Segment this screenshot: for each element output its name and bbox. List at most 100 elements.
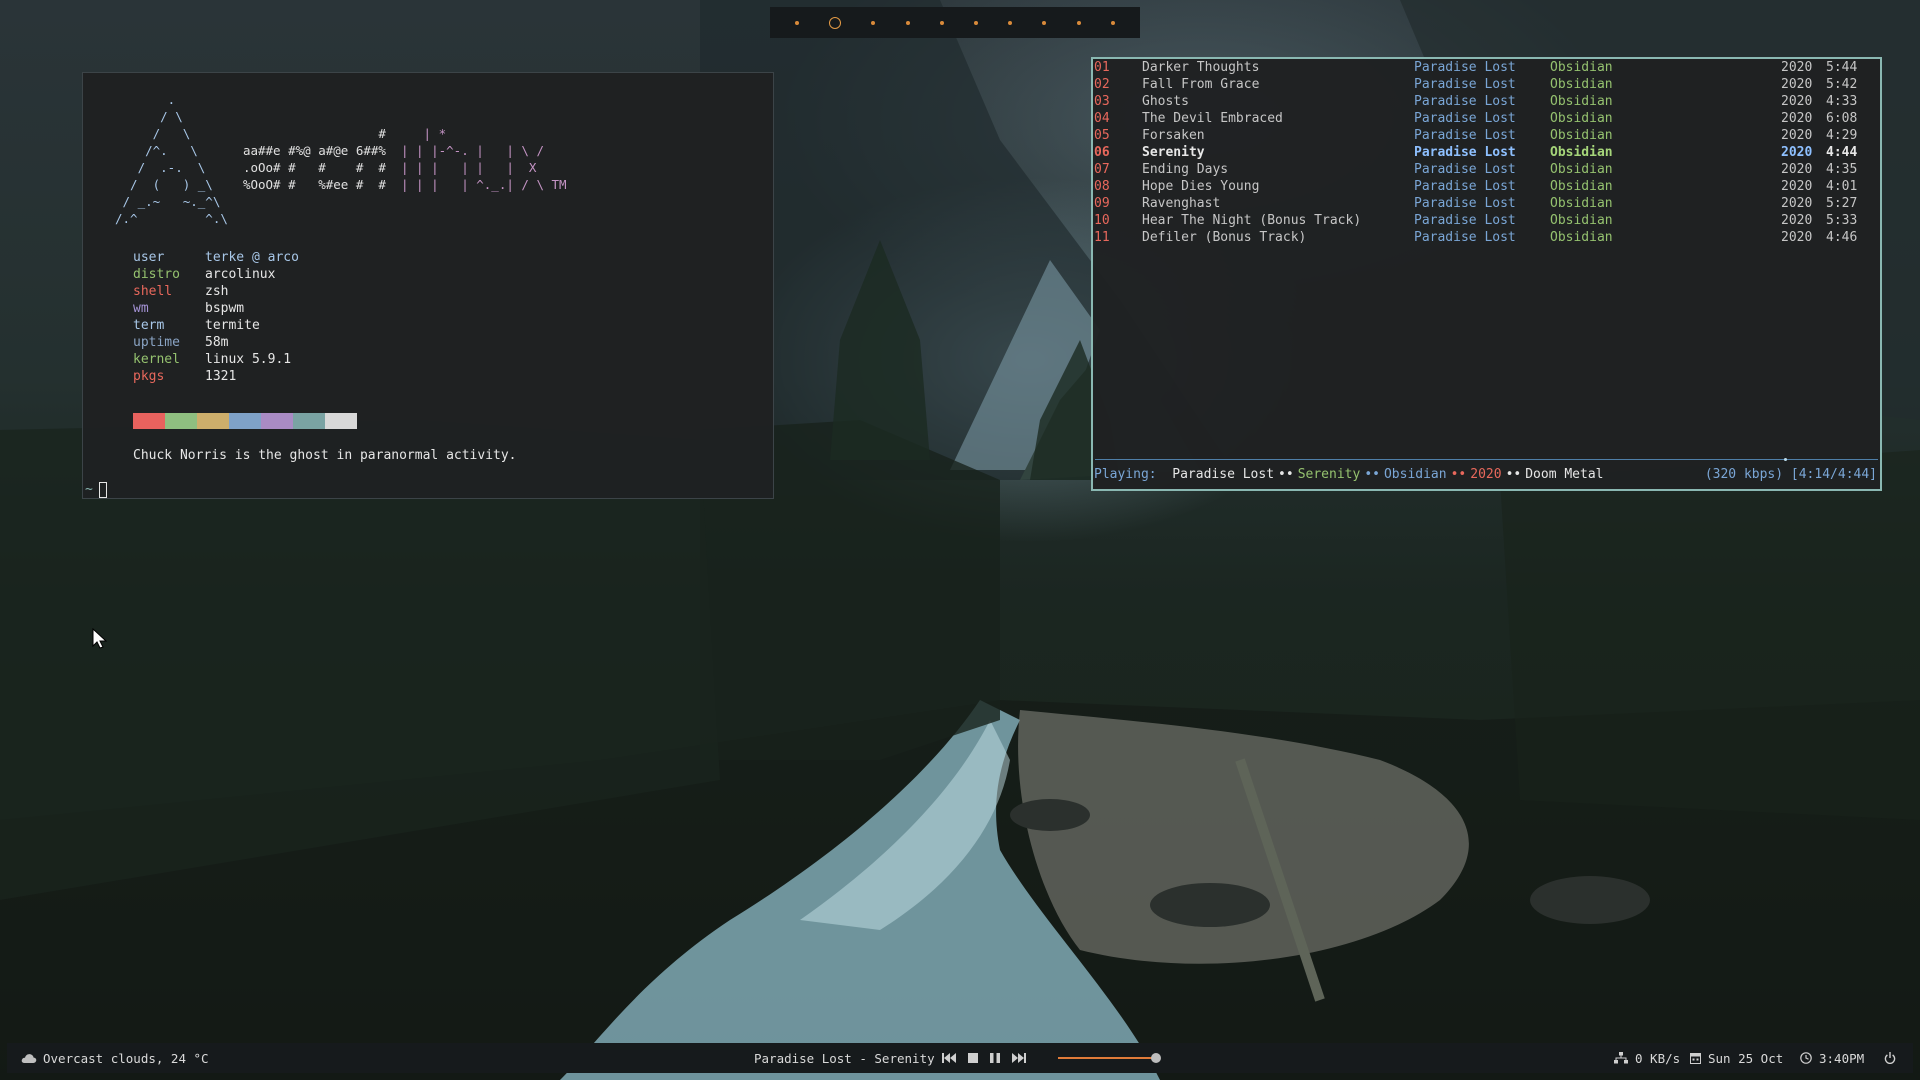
playing-label: Playing: <box>1094 467 1157 482</box>
progress-knob[interactable] <box>1784 458 1788 461</box>
track-year: 2020 <box>1781 94 1813 109</box>
status-separator: •• <box>1278 467 1294 482</box>
info-key: pkgs <box>133 369 165 384</box>
color-swatch <box>261 413 293 429</box>
info-key: distro <box>133 267 180 282</box>
volume-knob[interactable] <box>1150 1053 1161 1063</box>
network-module[interactable]: 0 KB/s <box>1614 1043 1680 1073</box>
now-playing-text[interactable]: Paradise Lost - Serenity <box>754 1043 935 1073</box>
status-artist: Paradise Lost <box>1172 467 1275 482</box>
color-swatch <box>165 413 197 429</box>
terminal-fetch-window[interactable]: . / \ / \ # | * /^. \ aa##e #%@ a#@e 6##… <box>82 72 774 499</box>
track-artist: Paradise Lost <box>1414 111 1516 126</box>
track-artist: Paradise Lost <box>1414 179 1516 194</box>
workspace-bar <box>770 7 1140 38</box>
playlist-row[interactable]: 07 Ending Days Paradise Lost Obsidian 2020 4:… <box>1093 161 1880 178</box>
workspace-indicator[interactable] <box>871 20 876 25</box>
status-year: 2020 <box>1470 467 1502 482</box>
status-title: Serenity <box>1297 467 1361 482</box>
volume-slider[interactable] <box>1052 1043 1172 1073</box>
clock-icon <box>1800 1052 1812 1064</box>
calendar-icon <box>1690 1053 1701 1064</box>
date-module[interactable]: Sun 25 Oct <box>1690 1043 1783 1073</box>
prompt-symbol: ~ <box>85 482 93 497</box>
workspace-indicator[interactable] <box>974 20 979 25</box>
track-time: 4:46 <box>1826 230 1858 245</box>
ascii-logo-line: / \ <box>115 109 243 124</box>
playlist-row[interactable]: 02 Fall From Grace Paradise Lost Obsidian 20… <box>1093 76 1880 93</box>
power-icon[interactable] <box>1884 1052 1896 1064</box>
track-title: The Devil Embraced <box>1142 111 1283 126</box>
info-key: user <box>133 250 165 265</box>
playlist-row[interactable]: 05 Forsaken Paradise Lost Obsidian 2020 4:29 <box>1093 127 1880 144</box>
track-album: Obsidian <box>1550 145 1613 160</box>
track-artist: Paradise Lost <box>1414 196 1516 211</box>
mouse-pointer-icon <box>92 628 108 649</box>
status-separator: •• <box>1505 467 1522 482</box>
playlist-row[interactable]: 11 Defiler (Bonus Track) Paradise Lost Obsi… <box>1093 229 1880 246</box>
shell-prompt[interactable]: ~ <box>85 481 107 498</box>
color-swatch <box>293 413 325 429</box>
track-time: 5:33 <box>1826 213 1858 228</box>
track-title: Defiler (Bonus Track) <box>1142 230 1307 245</box>
playback-progress-bar[interactable] <box>1095 458 1878 461</box>
pause-icon[interactable] <box>990 1053 1000 1063</box>
track-year: 2020 <box>1781 145 1813 160</box>
track-album: Obsidian <box>1550 162 1613 177</box>
color-palette <box>133 413 357 429</box>
track-year: 2020 <box>1781 111 1813 126</box>
track-num: 01 <box>1094 60 1110 75</box>
info-value: 58m <box>205 335 229 350</box>
track-year: 2020 <box>1781 128 1813 143</box>
track-title: Serenity <box>1142 145 1205 160</box>
track-artist: Paradise Lost <box>1414 213 1516 228</box>
track-time: 6:08 <box>1826 111 1858 126</box>
network-speed: 0 KB/s <box>1635 1050 1681 1066</box>
workspace-indicator[interactable] <box>905 20 910 25</box>
volume-track[interactable] <box>1058 1057 1156 1059</box>
workspace-indicator[interactable] <box>1008 20 1013 25</box>
clock-module[interactable]: 3:40PM <box>1800 1043 1864 1073</box>
workspace-indicator[interactable] <box>1042 20 1047 25</box>
workspace-indicator[interactable] <box>795 20 800 25</box>
workspace-indicator-active[interactable] <box>829 16 842 29</box>
playlist-row[interactable]: 01 Darker Thoughts Paradise Lost Obsidian 20… <box>1093 59 1880 76</box>
track-album: Obsidian <box>1550 213 1613 228</box>
track-time: 4:01 <box>1826 179 1858 194</box>
power-module[interactable] <box>1884 1043 1896 1073</box>
fortune-quote: Chuck Norris is the ghost in paranormal … <box>133 448 517 463</box>
playlist-row[interactable]: 09 Ravenghast Paradise Lost Obsidian 2020 5:2… <box>1093 195 1880 212</box>
prev-track-icon[interactable] <box>942 1053 956 1063</box>
track-title: Forsaken <box>1142 128 1205 143</box>
track-title: Darker Thoughts <box>1142 60 1260 75</box>
playlist-row-current[interactable]: 06 Serenity Paradise Lost Obsidian 2020 4:44 <box>1093 144 1880 161</box>
track-title: Fall From Grace <box>1142 77 1260 92</box>
track-year: 2020 <box>1781 230 1813 245</box>
playlist-row[interactable]: 10 Hear The Night (Bonus Track) Paradise L… <box>1093 212 1880 229</box>
bitrate-and-time: (320 kbps) [4:14/4:44] <box>1704 467 1877 482</box>
track-num: 06 <box>1094 145 1110 160</box>
ascii-logo-line: /^. \ aa##e #%@ a#@e 6##% | | |-^-. | | … <box>115 143 544 158</box>
track-time: 4:35 <box>1826 162 1858 177</box>
info-row-term: term termite <box>133 317 260 334</box>
music-player-window[interactable]: 01 Darker Thoughts Paradise Lost Obsidian 20… <box>1091 57 1882 491</box>
playlist-row[interactable]: 04 The Devil Embraced Paradise Lost Obsidia… <box>1093 110 1880 127</box>
info-value: bspwm <box>205 301 245 316</box>
weather-module[interactable]: Overcast clouds, 24 °C <box>21 1043 209 1073</box>
track-title: Hear The Night (Bonus Track) <box>1142 213 1362 228</box>
weather-text: Overcast clouds, 24 °C <box>43 1050 209 1066</box>
stop-icon[interactable] <box>968 1053 978 1063</box>
workspace-indicator[interactable] <box>939 20 944 25</box>
playlist-row[interactable]: 08 Hope Dies Young Paradise Lost Obsidian 20… <box>1093 178 1880 195</box>
track-num: 03 <box>1094 94 1110 109</box>
track-num: 07 <box>1094 162 1110 177</box>
workspace-indicator[interactable] <box>1076 20 1081 25</box>
info-value: terke @ arco <box>205 250 299 265</box>
track-artist: Paradise Lost <box>1414 128 1516 143</box>
next-track-icon[interactable] <box>1012 1053 1026 1063</box>
track-num: 02 <box>1094 77 1110 92</box>
workspace-indicator[interactable] <box>1110 20 1115 25</box>
track-title: Ending Days <box>1142 162 1229 177</box>
playlist-row[interactable]: 03 Ghosts Paradise Lost Obsidian 2020 4:33 <box>1093 93 1880 110</box>
ascii-logo-line: / _.~ ~._^\ <box>115 194 243 209</box>
